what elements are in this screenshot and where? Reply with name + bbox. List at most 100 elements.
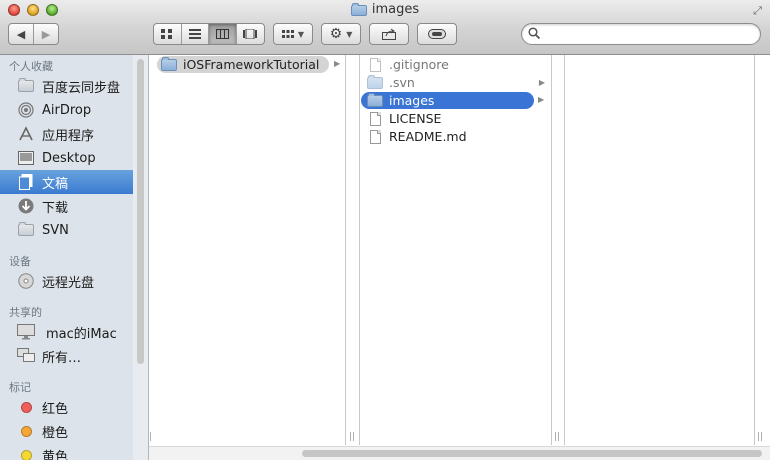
sidebar-item-label: 百度云同步盘 [42,80,121,96]
back-forward-group: ◀ ▶ [8,23,59,45]
column-resize-handle[interactable]: || [349,432,355,442]
column-divider[interactable] [551,55,552,445]
disclosure-arrow-icon: ▶ [334,59,341,68]
search-icon [528,27,541,42]
column-resize-handle[interactable]: | [149,432,152,442]
folder-icon [17,77,35,95]
sidebar-item-remote-disc[interactable]: 远程光盘 [0,269,133,293]
window-toolbar: images ⤢ ◀ ▶ ▼ ⚙ ▼ [0,0,770,55]
document-icon [367,111,383,127]
sidebar-item-label: 橙色 [42,425,69,441]
sidebar-item-label: SVN [42,222,69,238]
icon-view-icon [161,29,173,39]
column-resize-handle[interactable]: || [757,432,763,442]
file-name: README.md [389,129,467,144]
folder-icon [367,92,383,109]
list-item[interactable]: README.md [363,128,549,145]
column-browser: iOSFrameworkTutorial ▶ || .gitignore .sv… [149,55,770,460]
sidebar-item-label: 黄色 [42,449,69,460]
yellow-tag-icon [17,446,35,460]
file-name: LICENSE [389,111,442,126]
documents-icon [17,173,35,191]
sidebar-item-label: AirDrop [42,102,92,118]
chevron-down-icon: ▼ [297,29,305,39]
column-divider[interactable] [345,55,346,445]
document-icon [367,129,383,145]
icon-view-button[interactable] [154,24,182,44]
tags-button[interactable] [417,23,457,45]
folder-icon [350,3,367,16]
list-item[interactable]: .gitignore [363,56,549,73]
section-title-shared: 共享的 [9,306,42,319]
forward-button[interactable]: ▶ [34,24,58,44]
horizontal-scroll-thumb[interactable] [302,450,762,457]
column-view-icon [216,29,229,39]
share-icon [382,28,396,40]
disclosure-arrow-icon: ▶ [538,95,545,104]
list-item[interactable]: .svn ▶ [363,74,549,91]
file-name: .gitignore [389,57,449,72]
disc-icon [17,272,35,290]
sidebar-item-desktop[interactable]: Desktop [0,146,133,170]
list-view-button[interactable] [182,24,210,44]
cover-flow-icon [243,29,258,39]
sidebar-item-label: 远程光盘 [42,275,95,291]
sidebar-scrollbar[interactable] [133,55,149,460]
sidebar-item-airdrop[interactable]: AirDrop [0,98,133,122]
sidebar-item-tag-yellow[interactable]: 黄色 [0,443,133,460]
list-item[interactable]: iOSFrameworkTutorial [157,56,329,73]
horizontal-scrollbar[interactable] [149,446,770,460]
folder-icon [367,74,383,91]
window-title-text: images [371,2,420,17]
file-name: iOSFrameworkTutorial [183,57,320,72]
grid-icon [281,29,294,38]
cover-flow-view-button[interactable] [237,24,264,44]
column-resize-handle[interactable]: || [554,432,560,442]
arrange-button[interactable]: ▼ [273,23,313,45]
download-icon [17,197,35,215]
sidebar-item-all[interactable]: 所有… [0,344,133,368]
sidebar-item-label: 所有… [42,350,82,366]
sidebar-item-baidu[interactable]: 百度云同步盘 [0,74,133,98]
list-item[interactable]: images [361,92,534,109]
gear-icon: ⚙ [329,26,343,42]
chevron-right-icon: ▶ [41,27,51,41]
file-name: images [389,93,435,108]
sidebar-item-documents[interactable]: 文稿 [0,170,133,194]
sidebar-item-applications[interactable]: 应用程序 [0,122,133,146]
sidebar-item-tag-orange[interactable]: 橙色 [0,419,133,443]
share-button[interactable] [369,23,409,45]
sidebar-scroll-thumb[interactable] [137,59,144,364]
sidebar-item-svn[interactable]: SVN [0,218,133,242]
network-icon [17,347,35,365]
search-input[interactable] [544,26,758,44]
sidebar-item-label: Desktop [42,150,96,166]
list-item[interactable]: LICENSE [363,110,549,127]
column-view-button[interactable] [209,24,237,44]
column-divider[interactable] [754,55,755,445]
search-field[interactable] [521,23,761,45]
folder-icon [17,221,35,239]
back-button[interactable]: ◀ [9,24,34,44]
applications-icon [17,125,35,143]
window-title: images [0,2,770,17]
disclosure-arrow-icon: ▶ [538,78,545,87]
chevron-left-icon: ◀ [16,27,26,41]
section-title-tags: 标记 [9,381,31,394]
sidebar-item-label: mac的iMac [46,326,117,342]
file-name: .svn [389,75,415,90]
fullscreen-icon[interactable]: ⤢ [751,4,764,17]
section-title-favorites: 个人收藏 [9,60,53,73]
sidebar-item-tag-red[interactable]: 红色 [0,395,133,419]
column-divider [359,55,360,445]
view-mode-group [153,23,265,45]
imac-icon [17,323,35,341]
document-icon [367,57,383,73]
sidebar-item-imac[interactable]: mac的iMac [0,320,133,344]
tag-icon [428,29,446,39]
desktop-icon [17,149,35,167]
action-button[interactable]: ⚙ ▼ [321,23,361,45]
sidebar: 个人收藏 百度云同步盘 AirDrop 应用程序 Desktop 文稿 下载 S… [0,55,133,460]
orange-tag-icon [17,422,35,440]
sidebar-item-downloads[interactable]: 下载 [0,194,133,218]
